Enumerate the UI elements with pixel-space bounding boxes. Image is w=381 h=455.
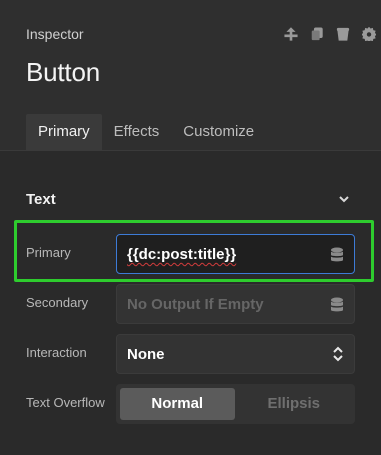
primary-text-input[interactable]: {{dc:post:title}} [116,234,355,274]
dynamic-content-icon[interactable] [330,247,344,263]
overflow-normal-button[interactable]: Normal [120,388,235,420]
inspector-panel: Text Primary {{dc:post:title}} Secondary… [0,150,381,455]
secondary-label: Secondary [26,295,89,310]
primary-label: Primary [26,245,71,260]
secondary-text-input[interactable]: No Output If Empty [116,284,355,324]
secondary-row: Secondary No Output If Empty [0,284,381,324]
move-up-icon[interactable] [283,26,299,42]
text-overflow-row: Text Overflow Normal Ellipsis [0,384,381,424]
tab-effects[interactable]: Effects [102,114,172,150]
settings-icon[interactable] [361,26,377,42]
primary-row: Primary {{dc:post:title}} [0,234,381,274]
delete-icon[interactable] [335,26,351,42]
interaction-select[interactable]: None [116,334,355,374]
tab-bar: Primary Effects Customize [26,114,266,150]
text-overflow-label: Text Overflow [26,395,105,410]
header-toolbar [283,26,377,42]
secondary-placeholder: No Output If Empty [127,296,264,313]
page-title: Button [26,57,100,87]
interaction-label: Interaction [26,345,87,360]
text-overflow-toggle: Normal Ellipsis [116,384,355,424]
overflow-ellipsis-button[interactable]: Ellipsis [237,388,352,420]
tab-customize[interactable]: Customize [171,114,266,150]
section-title: Text [26,190,56,208]
interaction-value: None [127,346,165,363]
interaction-row: Interaction None [0,334,381,374]
tab-primary[interactable]: Primary [26,114,102,150]
dynamic-content-icon[interactable] [330,297,344,313]
select-updown-icon [332,346,344,362]
inspector-header: Inspector Button Primary Effects Customi… [0,0,381,150]
inspector-label: Inspector [26,26,84,42]
chevron-down-icon[interactable] [337,192,351,206]
primary-value: {{dc:post:title}} [127,246,237,263]
text-section-header[interactable]: Text [26,189,351,209]
copy-icon[interactable] [309,26,325,42]
